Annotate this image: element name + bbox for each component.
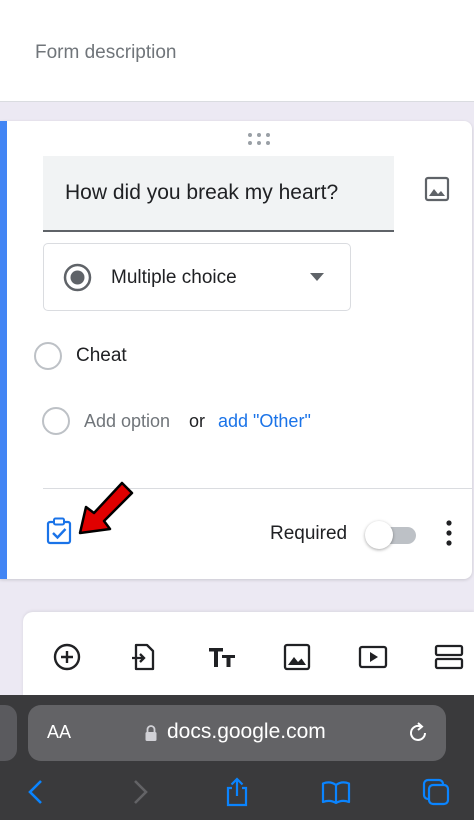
add-option-button[interactable]: Add option	[84, 411, 170, 432]
option-item[interactable]: Cheat	[34, 342, 414, 372]
reload-icon[interactable]	[406, 721, 430, 745]
add-option-row: Add option or add "Other"	[42, 407, 422, 437]
forward-icon[interactable]	[124, 777, 154, 807]
bookmarks-icon[interactable]	[321, 777, 351, 807]
radio-selected-icon	[63, 263, 92, 292]
annotation-arrow-icon	[78, 481, 134, 535]
chevron-down-icon	[310, 273, 324, 281]
radio-empty-icon	[34, 342, 62, 370]
share-icon[interactable]	[222, 777, 252, 807]
more-vert-icon[interactable]	[440, 518, 458, 548]
answer-key-icon[interactable]	[46, 517, 72, 545]
reader-settings-button[interactable]: AA	[47, 722, 71, 743]
add-section-icon[interactable]	[434, 642, 464, 672]
browser-toolbar: AA docs.google.com	[0, 695, 474, 820]
add-video-icon[interactable]	[358, 642, 388, 672]
tabs-icon[interactable]	[421, 777, 451, 807]
question-title-field[interactable]: How did you break my heart?	[43, 156, 394, 232]
toggle-knob	[365, 521, 393, 549]
question-type-dropdown[interactable]: Multiple choice	[43, 243, 351, 311]
url-text: docs.google.com	[167, 720, 326, 743]
form-description-card: Form description	[0, 0, 474, 102]
previous-tab-peek[interactable]	[0, 705, 17, 761]
form-toolbar	[23, 612, 474, 702]
address-bar[interactable]: AA docs.google.com	[28, 705, 446, 761]
required-toggle[interactable]	[364, 519, 418, 551]
question-title-text: How did you break my heart?	[65, 181, 339, 204]
add-image-icon[interactable]	[282, 642, 312, 672]
back-icon[interactable]	[22, 777, 52, 807]
option-label[interactable]: Cheat	[76, 345, 127, 367]
or-label: or	[189, 411, 206, 431]
active-question-accent	[0, 121, 7, 579]
lock-icon	[145, 725, 157, 741]
question-card[interactable]: How did you break my heart? Multiple cho…	[0, 121, 472, 579]
add-question-icon[interactable]	[52, 642, 82, 672]
add-other-link[interactable]: add "Other"	[218, 411, 311, 432]
required-label: Required	[270, 523, 348, 544]
form-description-input[interactable]: Form description	[35, 42, 177, 64]
import-questions-icon[interactable]	[129, 642, 159, 672]
drag-handle-icon[interactable]	[246, 132, 272, 146]
radio-empty-icon	[42, 407, 70, 435]
add-title-icon[interactable]	[207, 642, 237, 672]
add-image-icon[interactable]	[423, 175, 451, 203]
question-type-label: Multiple choice	[111, 267, 237, 288]
